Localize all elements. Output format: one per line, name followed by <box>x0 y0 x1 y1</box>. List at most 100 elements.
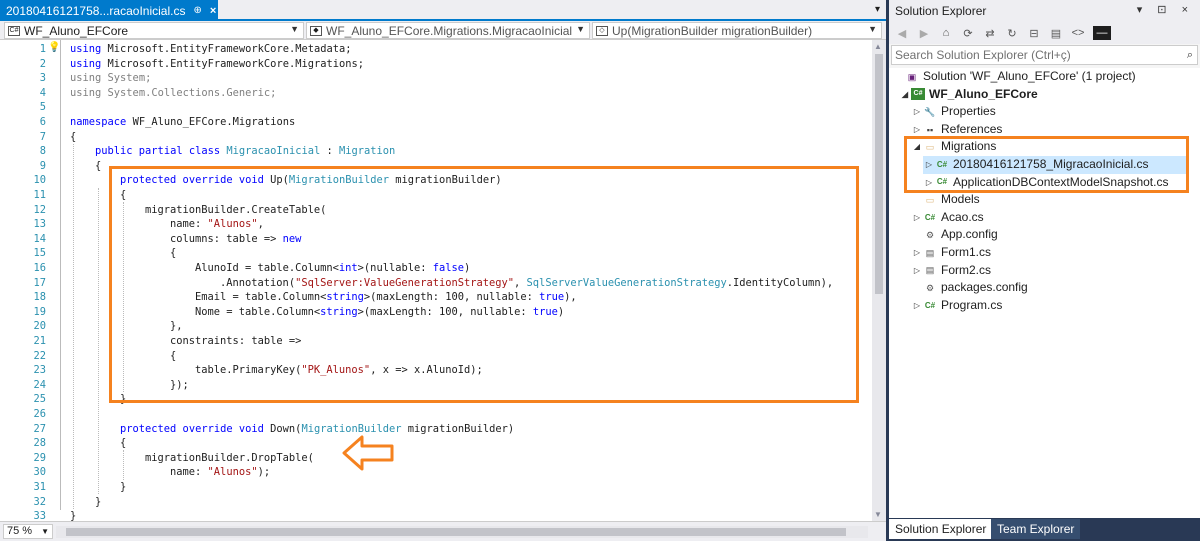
vertical-scrollbar[interactable]: ▲ ▼ <box>872 40 886 521</box>
line-number-text: 26 <box>33 408 46 420</box>
code-line: using System; <box>70 72 152 85</box>
pending-changes-icon[interactable]: ⟳ <box>961 27 975 40</box>
project-dropdown[interactable]: C# WF_Aluno_EFCore ▼ <box>4 22 304 39</box>
solution-explorer-bottom-tabs: Solution Explorer Team Explorer <box>889 518 1200 541</box>
solution-icon: ▣ <box>907 71 917 82</box>
scrollbar-thumb[interactable] <box>66 528 846 536</box>
code-line: namespace WF_Aluno_EFCore.Migrations <box>70 116 296 128</box>
chevron-down-icon: ▼ <box>868 24 877 34</box>
code-line: } <box>120 481 127 493</box>
highlight-box-up-method <box>109 166 859 403</box>
collapsed-icon[interactable]: ▷ <box>911 209 923 227</box>
orange-arrow-annotation-icon <box>342 435 394 471</box>
home-icon[interactable]: ⌂ <box>939 27 953 39</box>
solution-explorer-pane: Solution Explorer ▾ ⊡ × ◀ ▶ ⌂ ⟳ ⇄ ↻ ⊟ ▤ … <box>889 0 1200 541</box>
tree-item-models-folder[interactable]: ▭ Models <box>911 191 980 209</box>
editor-status-bar: 75 % ▼ <box>0 521 886 541</box>
chevron-down-icon: ▼ <box>41 527 49 536</box>
window-controls[interactable]: ▾ ⊡ × <box>1137 3 1194 16</box>
properties-icon[interactable]: — <box>1093 26 1111 40</box>
config-icon: ⚙ <box>925 230 935 241</box>
solution-search-input[interactable]: Search Solution Explorer (Ctrl+ç) ⌕ <box>891 45 1198 65</box>
class-dropdown-value: WF_Aluno_EFCore.Migrations.MigracaoInici… <box>326 23 573 38</box>
expanded-icon[interactable]: ◢ <box>899 86 911 104</box>
tree-item-properties[interactable]: ▷ 🔧 Properties <box>911 103 996 121</box>
code-line: using Microsoft.EntityFrameworkCore.Meta… <box>70 43 352 55</box>
line-number-text: 5 <box>39 101 46 114</box>
code-line: { <box>120 437 127 450</box>
member-dropdown[interactable]: ◇ Up(MigrationBuilder migrationBuilder) … <box>592 22 882 39</box>
tree-item-form1[interactable]: ▷ ▤ Form1.cs <box>911 244 991 262</box>
code-line: migrationBuilder.DropTable( <box>145 451 314 464</box>
class-icon: ◆ <box>310 25 322 36</box>
view-code-icon[interactable]: <> <box>1071 27 1085 39</box>
tab-overflow-dropdown-icon[interactable]: ▾ <box>875 4 880 15</box>
config-icon: ⚙ <box>925 282 935 293</box>
solution-explorer-title-bar: Solution Explorer ▾ ⊡ × <box>889 0 1200 22</box>
document-tab[interactable]: 20180416121758...racaoInicial.cs ⊕ × <box>0 0 218 21</box>
tree-item-acao[interactable]: ▷ C# Acao.cs <box>911 209 984 227</box>
code-line: } <box>95 495 102 508</box>
sync-icon[interactable]: ⇄ <box>983 27 997 40</box>
solution-explorer-toolbar: ◀ ▶ ⌂ ⟳ ⇄ ↻ ⊟ ▤ <> — <box>889 22 1200 44</box>
method-icon: ◇ <box>596 25 608 36</box>
indent-guide <box>98 188 99 494</box>
panel-title: Solution Explorer <box>895 4 987 18</box>
tree-item-app-config[interactable]: ⚙ App.config <box>911 226 998 244</box>
tree-item-project[interactable]: ◢ C# WF_Aluno_EFCore <box>899 86 1038 104</box>
tab-solution-explorer[interactable]: Solution Explorer <box>889 519 993 539</box>
forward-icon[interactable]: ▶ <box>917 27 931 40</box>
back-icon[interactable]: ◀ <box>895 27 909 40</box>
zoom-value: 75 % <box>7 525 33 537</box>
code-line: using Microsoft.EntityFrameworkCore.Migr… <box>70 57 365 70</box>
refresh-icon[interactable]: ↻ <box>1005 27 1019 40</box>
document-tab-title: 20180416121758...racaoInicial.cs <box>6 3 186 18</box>
search-placeholder: Search Solution Explorer (Ctrl+ç) <box>895 48 1071 62</box>
tree-item-solution[interactable]: ▣ Solution 'WF_Aluno_EFCore' (1 project) <box>893 68 1136 86</box>
highlight-box-migrations <box>904 136 1189 193</box>
navigation-bar: C# WF_Aluno_EFCore ▼ ◆ WF_Aluno_EFCore.M… <box>0 21 886 40</box>
code-line: } <box>70 510 77 521</box>
class-dropdown[interactable]: ◆ WF_Aluno_EFCore.Migrations.MigracaoIni… <box>306 22 590 39</box>
tree-item-packages-config[interactable]: ⚙ packages.config <box>911 279 1028 297</box>
show-all-files-icon[interactable]: ▤ <box>1049 27 1063 40</box>
line-number: 26 <box>0 407 872 422</box>
references-icon: ▪▪ <box>926 124 934 135</box>
code-line: name: "Alunos"); <box>170 466 271 479</box>
form-icon: ▤ <box>925 265 935 276</box>
project-icon: C# <box>8 25 20 36</box>
tab-team-explorer[interactable]: Team Explorer <box>991 519 1081 539</box>
tree-item-program[interactable]: ▷ C# Program.cs <box>911 297 1002 315</box>
line-number: 5 <box>0 100 872 115</box>
code-editor-pane: 20180416121758...racaoInicial.cs ⊕ × ▾ C… <box>0 0 886 541</box>
collapsed-icon[interactable]: ▷ <box>911 297 923 315</box>
indent-guide <box>73 144 74 509</box>
document-tab-strip: 20180416121758...racaoInicial.cs ⊕ × ▾ <box>0 0 886 21</box>
close-tab-icon[interactable]: × <box>210 5 216 17</box>
solution-tree: ▣ Solution 'WF_Aluno_EFCore' (1 project) … <box>889 68 1200 518</box>
scrollbar-thumb[interactable] <box>875 54 883 294</box>
code-line: public partial class MigracaoInicial : M… <box>95 145 396 158</box>
collapsed-icon[interactable]: ▷ <box>911 103 923 121</box>
folder-icon: ▭ <box>925 194 935 205</box>
csharp-file-icon: C# <box>924 300 936 310</box>
collapse-all-icon[interactable]: ⊟ <box>1027 27 1041 40</box>
scroll-down-icon[interactable]: ▼ <box>874 510 882 519</box>
horizontal-scrollbar[interactable] <box>56 526 868 538</box>
form-icon: ▤ <box>925 247 935 258</box>
wrench-icon: 🔧 <box>924 106 936 117</box>
indent-guide <box>123 450 124 480</box>
collapsed-icon[interactable]: ▷ <box>911 262 923 280</box>
collapsed-icon[interactable]: ▷ <box>911 244 923 262</box>
pin-icon[interactable]: ⊕ <box>193 5 201 16</box>
code-line: protected override void Down(MigrationBu… <box>120 422 515 435</box>
member-dropdown-value: Up(MigrationBuilder migrationBuilder) <box>612 23 813 38</box>
code-line: using System.Collections.Generic; <box>70 86 277 99</box>
project-dropdown-value: WF_Aluno_EFCore <box>24 23 129 38</box>
chevron-down-icon: ▼ <box>576 24 585 34</box>
tree-item-form2[interactable]: ▷ ▤ Form2.cs <box>911 262 991 280</box>
search-icon[interactable]: ⌕ <box>1187 46 1193 64</box>
zoom-dropdown[interactable]: 75 % ▼ <box>3 524 53 539</box>
chevron-down-icon: ▼ <box>290 24 299 34</box>
scroll-up-icon[interactable]: ▲ <box>874 42 882 51</box>
